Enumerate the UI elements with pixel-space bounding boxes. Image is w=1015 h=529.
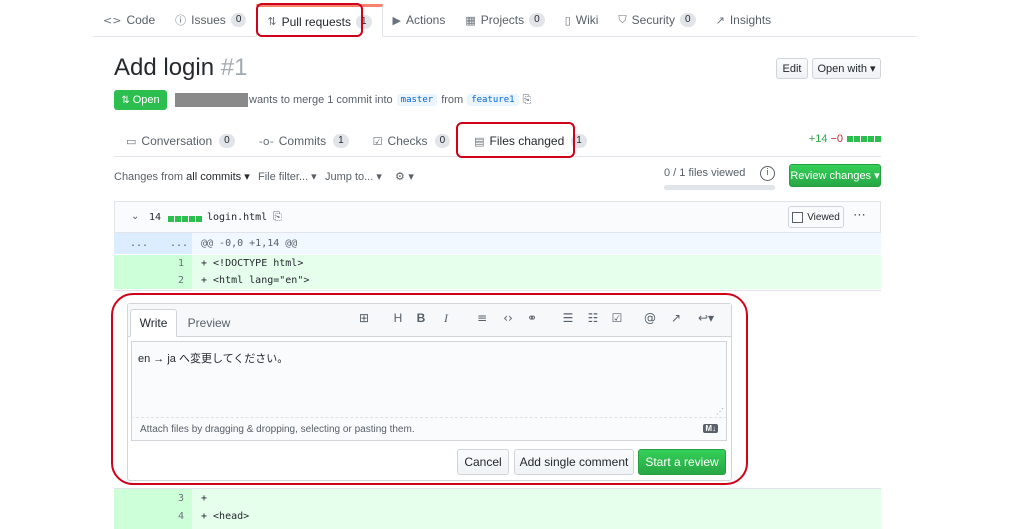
edit-button[interactable]: Edit <box>776 58 808 79</box>
info-icon[interactable]: i <box>760 166 775 181</box>
diff-line: 1 + <!DOCTYPE html> <box>114 255 881 272</box>
changes-from-menu[interactable]: Changes from all commits ▾ <box>114 170 250 183</box>
jump-to-menu[interactable]: Jump to... ▾ <box>325 170 382 183</box>
files-viewed-progress <box>664 185 775 190</box>
reference-icon[interactable]: ↗ <box>668 311 684 325</box>
bold-icon[interactable]: B <box>413 311 429 325</box>
add-single-comment-button[interactable]: Add single comment <box>514 449 634 475</box>
markdown-icon[interactable]: M↓ <box>703 424 718 433</box>
line-code: + <html lang="en"> <box>201 275 310 286</box>
line-number[interactable]: 2 <box>178 275 184 286</box>
tab-checks[interactable]: ☑ Checks 0 <box>361 126 462 156</box>
actions-icon: ▶ <box>392 13 401 27</box>
expand-lines[interactable]: ... ... <box>114 233 192 254</box>
file-diffstat-bar <box>167 211 202 225</box>
code-icon[interactable]: ‹› <box>500 311 516 325</box>
tab-insights[interactable]: ↗ Insights <box>706 4 782 36</box>
tab-projects[interactable]: ▦ Projects 0 <box>455 4 554 36</box>
tab-conversation[interactable]: ▭ Conversation 0 <box>114 126 247 156</box>
conversation-icon: ▭ <box>126 134 137 148</box>
tab-actions[interactable]: ▶ Actions <box>383 4 456 36</box>
pull-request-icon: ⇅ <box>267 15 277 28</box>
mention-icon[interactable]: @ <box>642 311 658 325</box>
tab-write[interactable]: Write <box>130 309 177 337</box>
pr-meta: wants to merge 1 commit into master from… <box>249 93 532 107</box>
numbered-list-icon[interactable]: ☷ <box>585 311 601 325</box>
comment-toolbar: Write Preview ⊞ H B I ≡ ‹› ⚭ ☰ ☷ ☑ @ ↗ ↩… <box>128 304 731 337</box>
base-branch[interactable]: master <box>396 94 438 106</box>
file-change-count: 14 <box>149 212 162 223</box>
line-code: + <head> <box>201 511 250 522</box>
comment-textarea[interactable]: en → ja へ変更してください。 ⋰ <box>131 341 727 417</box>
diff-line: 4 + <head> <box>114 508 881 529</box>
pr-state-badge: ⇅ Open <box>114 90 167 110</box>
insights-icon: ↗ <box>715 13 725 27</box>
checkbox-icon <box>792 211 804 223</box>
issue-icon: ⓘ <box>175 14 187 27</box>
head-branch[interactable]: feature1 <box>467 94 519 106</box>
bulleted-list-icon[interactable]: ☰ <box>560 311 576 325</box>
file-diff-icon: ▤ <box>474 134 485 148</box>
line-number[interactable]: 1 <box>178 258 184 269</box>
file-name[interactable]: login.html <box>207 212 267 223</box>
more-options-icon[interactable]: ⋯ <box>853 208 867 223</box>
pr-tabs: ▭ Conversation 0 -o- Commits 1 ☑ Checks 0 ▤ Fil… <box>114 126 881 157</box>
tab-files-changed[interactable]: ▤ Files changed 1 <box>462 126 599 156</box>
review-changes-button[interactable]: Review changes ▾ <box>789 164 881 187</box>
hunk-header: ... ... @@ -0,0 +1,14 @@ <box>114 233 881 254</box>
commit-icon: -o- <box>258 134 274 148</box>
viewed-checkbox[interactable]: Viewed <box>788 206 844 228</box>
files-viewed-count: 0 / 1 files viewed <box>664 167 746 179</box>
hunk-range: @@ -0,0 +1,14 @@ <box>201 238 298 249</box>
tab-wiki[interactable]: ▯ Wiki <box>555 4 609 36</box>
tab-issues[interactable]: ⓘ Issues 0 <box>165 4 256 36</box>
pr-title: Add login #1 <box>114 54 248 81</box>
line-number[interactable]: 3 <box>178 493 184 504</box>
repo-nav: <> Code ⓘ Issues 0 ⇅ Pull requests 1 ▶ Actions… <box>93 4 917 37</box>
suggestion-icon[interactable]: ⊞ <box>356 311 372 325</box>
tab-code[interactable]: <> Code <box>93 4 165 36</box>
pull-request-icon: ⇅ <box>121 94 130 106</box>
diffstat-bar <box>846 133 881 145</box>
cancel-button[interactable]: Cancel <box>457 449 509 475</box>
line-number[interactable]: 4 <box>178 511 184 522</box>
diff-settings-gear-icon[interactable]: ⚙ ▾ <box>395 170 414 183</box>
heading-icon[interactable]: H <box>390 311 406 325</box>
tab-pull-requests[interactable]: ⇅ Pull requests 1 <box>256 4 383 37</box>
attach-files-area[interactable]: Attach files by dragging & dropping, sel… <box>131 417 727 441</box>
link-icon[interactable]: ⚭ <box>524 311 540 325</box>
diff-line: 2 + <html lang="en"> <box>114 272 881 289</box>
diff-line: 3 + <box>114 489 881 508</box>
checks-icon: ☑ <box>372 134 383 148</box>
reply-icon[interactable]: ↩▾ <box>695 311 717 325</box>
chevron-down-icon[interactable]: ⌄ <box>131 211 139 222</box>
task-list-icon[interactable]: ☑ <box>609 311 625 325</box>
quote-icon[interactable]: ≡ <box>474 311 490 325</box>
resize-handle-icon[interactable]: ⋰ <box>716 407 724 416</box>
projects-icon: ▦ <box>465 13 476 27</box>
security-icon: ⛉ <box>618 13 627 26</box>
tab-commits[interactable]: -o- Commits 1 <box>247 126 361 156</box>
file-filter-menu[interactable]: File filter... ▾ <box>258 170 317 183</box>
copy-path-icon[interactable]: ⎘ <box>273 210 282 224</box>
redacted-username <box>175 93 248 107</box>
tab-preview[interactable]: Preview <box>182 309 236 337</box>
line-code: + <!DOCTYPE html> <box>201 258 304 269</box>
file-header: ⌄ 14 login.html ⎘ Viewed ⋯ <box>114 201 881 233</box>
pr-number: #1 <box>220 54 248 81</box>
security-count: 0 <box>680 13 696 27</box>
copy-icon[interactable]: ⎘ <box>523 93 532 107</box>
italic-icon[interactable]: I <box>438 311 454 326</box>
wiki-icon: ▯ <box>564 13 571 27</box>
issues-count: 0 <box>230 13 247 27</box>
open-with-button[interactable]: Open with ▾ <box>812 58 881 79</box>
code-icon: <> <box>103 13 122 27</box>
projects-count: 0 <box>529 13 545 27</box>
line-code: + <box>201 493 208 504</box>
diffstat: +14 −0 <box>809 133 881 145</box>
comment-form: Write Preview ⊞ H B I ≡ ‹› ⚭ ☰ ☷ ☑ @ ↗ ↩… <box>127 303 732 481</box>
tab-security[interactable]: ⛉ Security 0 <box>608 4 705 36</box>
pull-requests-count: 1 <box>355 14 372 29</box>
start-review-button[interactable]: Start a review <box>638 449 726 475</box>
